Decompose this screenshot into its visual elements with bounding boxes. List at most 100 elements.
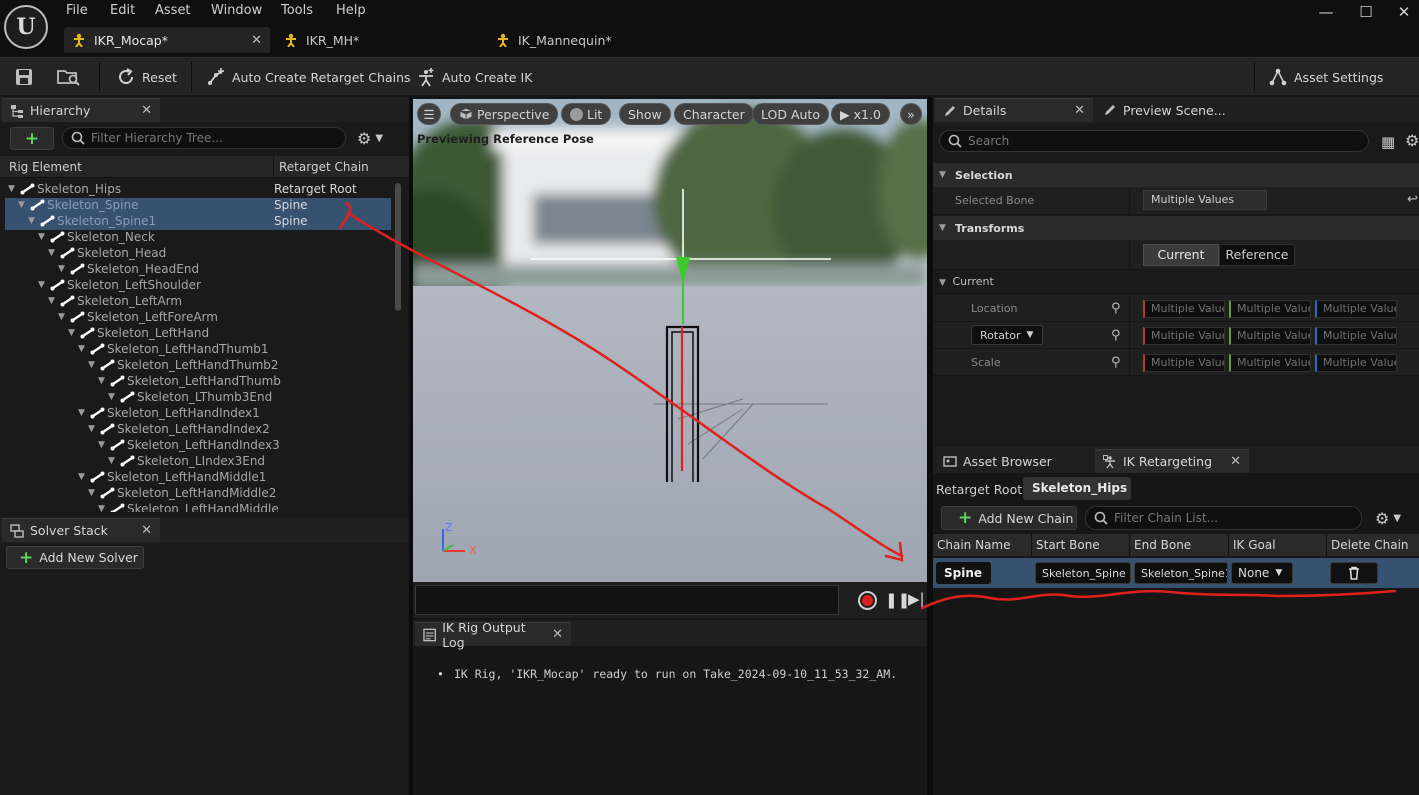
asset-settings-button[interactable]: Asset Settings (1268, 58, 1383, 96)
tree-row[interactable]: ▼ Skeleton_LeftHandThumb2 (5, 358, 391, 374)
record-button[interactable] (858, 591, 877, 610)
tree-row[interactable]: ▼ Skeleton_LThumb3End (5, 390, 391, 406)
chain-name-field[interactable]: Spine (936, 562, 991, 584)
scale-x[interactable]: Multiple Values (1143, 354, 1225, 372)
close-window-icon[interactable]: ✕ (1390, 2, 1418, 22)
step-forward-button[interactable]: ▶| (908, 590, 925, 608)
tree-row[interactable]: ▼ Skeleton_LeftHandThumb1 (5, 342, 391, 358)
expand-arrow-icon[interactable]: ▼ (58, 312, 68, 322)
column-end-bone[interactable]: End Bone (1130, 534, 1229, 556)
column-start-bone[interactable]: Start Bone (1032, 534, 1130, 556)
add-new-solver-button[interactable]: + Add New Solver (6, 546, 144, 569)
tree-row[interactable]: ▼ Skeleton_LeftShoulder (5, 278, 391, 294)
section-selection[interactable]: ▼ Selection (933, 163, 1419, 187)
menu-window[interactable]: Window (211, 3, 262, 18)
expand-arrow-icon[interactable]: ▼ (98, 504, 108, 512)
selected-bone-value[interactable]: Multiple Values (1143, 190, 1267, 210)
tree-row[interactable]: ▼ Skeleton_LeftHandMiddle1 (5, 470, 391, 486)
lod-button[interactable]: LOD Auto (752, 103, 829, 125)
expand-arrow-icon[interactable]: ▼ (38, 232, 48, 242)
tree-row[interactable]: ▼ Skeleton_LeftHandMiddle (5, 502, 391, 512)
hierarchy-scrollbar[interactable] (395, 183, 401, 311)
chain-settings-button[interactable]: ⚙ ▼ (1375, 509, 1401, 528)
table-row[interactable]: Spine Skeleton_Spine Skeleton_Spine1 Non… (933, 558, 1419, 588)
tree-row[interactable]: ▼ Skeleton_LeftForeArm (5, 310, 391, 326)
tree-row[interactable]: ▼ Skeleton_LeftHandThumb (5, 374, 391, 390)
table-view-icon[interactable]: ▦ (1381, 133, 1395, 151)
rotator-x[interactable]: Multiple Values (1143, 327, 1225, 345)
minimize-icon[interactable]: — (1312, 2, 1340, 22)
tab-ikr-mocap[interactable]: IKR_Mocap* ✕ (64, 27, 270, 53)
viewport-menu-button[interactable]: ☰ (417, 103, 441, 125)
column-chain-name[interactable]: Chain Name (933, 534, 1032, 556)
close-solver-icon[interactable]: ✕ (141, 523, 152, 538)
pivot-icon[interactable]: ⚲ (1111, 328, 1121, 343)
reset-button[interactable]: Reset (116, 58, 177, 96)
start-bone-dropdown[interactable]: Skeleton_Spine (1035, 562, 1131, 584)
menu-tools[interactable]: Tools (281, 3, 313, 18)
expand-arrow-icon[interactable]: ▼ (68, 328, 78, 338)
current-group-row[interactable]: ▼ Current (933, 270, 1419, 294)
location-x[interactable]: Multiple Values (1143, 300, 1225, 318)
expand-arrow-icon[interactable]: ▼ (48, 248, 58, 258)
menu-asset[interactable]: Asset (155, 3, 191, 18)
show-button[interactable]: Show (619, 103, 671, 125)
expand-arrow-icon[interactable]: ▼ (98, 376, 108, 386)
scale-z[interactable]: Multiple Values (1315, 354, 1397, 372)
close-hierarchy-icon[interactable]: ✕ (141, 103, 152, 118)
scale-y[interactable]: Multiple Values (1229, 354, 1311, 372)
tree-row[interactable]: ▼ Skeleton_Hips Retarget Root (5, 182, 391, 198)
tab-ik-retargeting[interactable]: IK Retargeting ✕ (1095, 449, 1249, 473)
retarget-root-value[interactable]: Skeleton_Hips (1023, 477, 1131, 500)
ik-goal-dropdown[interactable]: None ▼ (1231, 562, 1293, 584)
auto-create-retarget-chains-button[interactable]: Auto Create Retarget Chains (206, 58, 411, 96)
pivot-icon[interactable]: ⚲ (1111, 355, 1121, 370)
tree-row[interactable]: ▼ Skeleton_LeftHandMiddle2 (5, 486, 391, 502)
rotator-z[interactable]: Multiple Values (1315, 327, 1397, 345)
delete-chain-button[interactable] (1330, 562, 1378, 584)
lit-button[interactable]: Lit (561, 103, 612, 125)
expand-arrow-icon[interactable]: ▼ (18, 200, 28, 210)
timeline-track[interactable] (415, 585, 839, 615)
rotator-dropdown[interactable]: Rotator ▼ (971, 325, 1043, 345)
reference-toggle-button[interactable]: Reference (1219, 244, 1295, 266)
tree-row[interactable]: ▼ Skeleton_Neck (5, 230, 391, 246)
pivot-icon[interactable]: ⚲ (1111, 301, 1121, 316)
add-element-button[interactable]: + (10, 127, 54, 150)
location-z[interactable]: Multiple Values (1315, 300, 1397, 318)
tree-row[interactable]: ▼ Skeleton_LeftHandIndex3 (5, 438, 391, 454)
tab-asset-browser[interactable]: Asset Browser (935, 449, 1093, 473)
more-options-button[interactable]: » (900, 103, 922, 125)
reset-arrow-icon[interactable]: ↩ (1407, 192, 1418, 207)
close-details-icon[interactable]: ✕ (1074, 103, 1085, 118)
menu-edit[interactable]: Edit (110, 3, 135, 18)
chain-filter-input[interactable]: Filter Chain List... (1085, 506, 1362, 530)
character-button[interactable]: Character (674, 103, 754, 125)
hierarchy-settings-button[interactable]: ⚙ ▼ (357, 129, 383, 148)
tree-row[interactable]: ▼ Skeleton_LeftHandIndex1 (5, 406, 391, 422)
hierarchy-search-input[interactable]: Filter Hierarchy Tree... (62, 127, 346, 149)
save-icon[interactable] (14, 58, 34, 96)
tree-row[interactable]: ▼ Skeleton_LeftHand (5, 326, 391, 342)
expand-arrow-icon[interactable]: ▼ (8, 184, 18, 194)
gear-icon[interactable]: ⚙ (1405, 131, 1419, 150)
column-ik-goal[interactable]: IK Goal (1229, 534, 1327, 556)
add-new-chain-button[interactable]: + Add New Chain (941, 506, 1077, 530)
tree-row[interactable]: ▼ Skeleton_Spine Spine (5, 198, 391, 214)
perspective-button[interactable]: Perspective (450, 103, 559, 125)
close-tab-icon[interactable]: ✕ (251, 33, 262, 48)
tab-hierarchy[interactable]: Hierarchy ✕ (2, 98, 160, 122)
column-rig-element[interactable]: Rig Element (9, 160, 82, 174)
expand-arrow-icon[interactable]: ▼ (108, 456, 118, 466)
current-toggle-button[interactable]: Current (1143, 244, 1219, 266)
expand-arrow-icon[interactable]: ▼ (108, 392, 118, 402)
expand-arrow-icon[interactable]: ▼ (78, 344, 88, 354)
play-speed-button[interactable]: ▶ x1.0 (831, 103, 890, 125)
auto-create-ik-button[interactable]: Auto Create IK (416, 58, 532, 96)
expand-arrow-icon[interactable]: ▼ (28, 216, 38, 226)
expand-arrow-icon[interactable]: ▼ (78, 472, 88, 482)
tab-solver-stack[interactable]: Solver Stack ✕ (2, 518, 160, 542)
location-y[interactable]: Multiple Values (1229, 300, 1311, 318)
menu-help[interactable]: Help (336, 3, 366, 18)
tab-preview-scene[interactable]: Preview Scene... (1095, 98, 1255, 122)
